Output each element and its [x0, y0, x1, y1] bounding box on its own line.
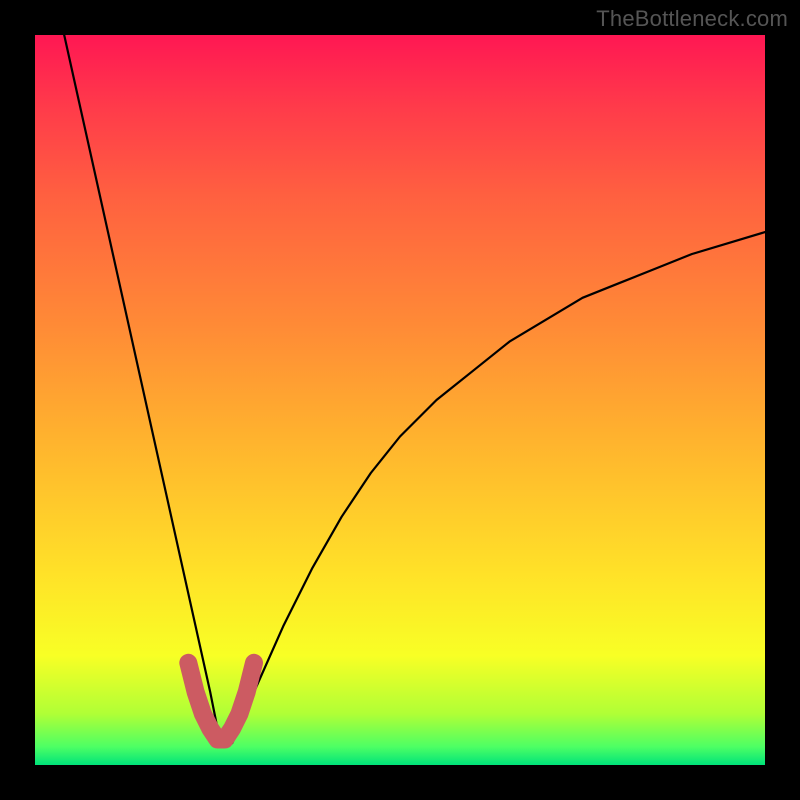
- chart-frame: TheBottleneck.com: [0, 0, 800, 800]
- plot-area: [35, 35, 765, 765]
- attribution-text: TheBottleneck.com: [596, 6, 788, 32]
- curve-layer: [35, 35, 765, 765]
- highlight-segment: [188, 663, 254, 740]
- bottleneck-curve: [64, 35, 765, 743]
